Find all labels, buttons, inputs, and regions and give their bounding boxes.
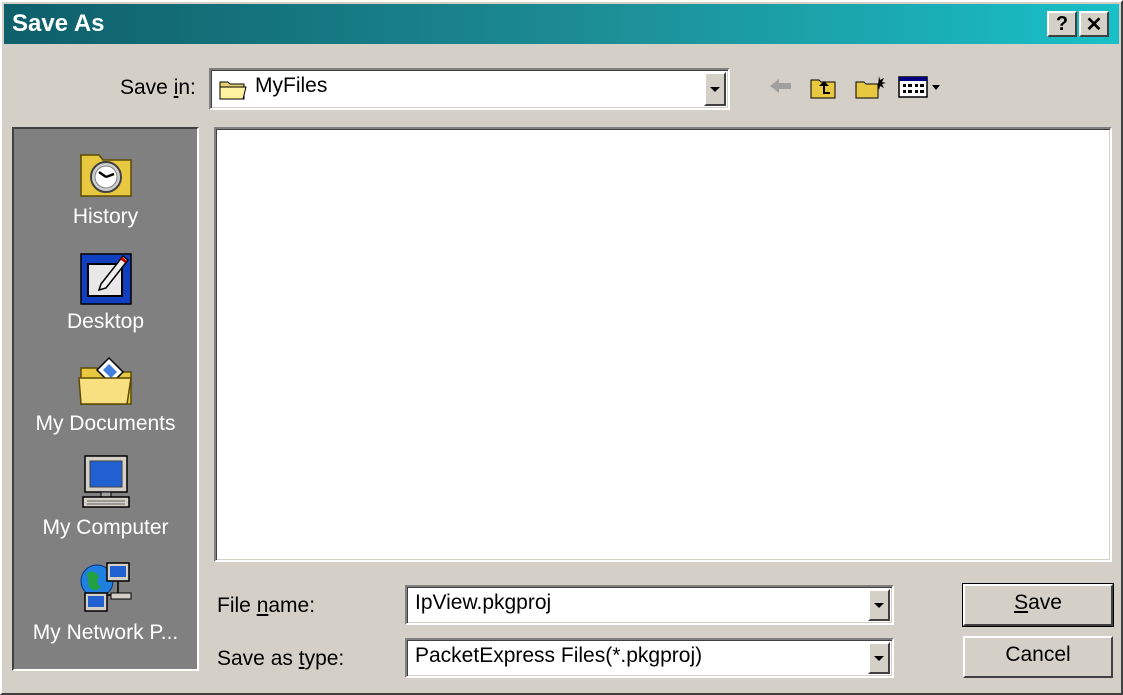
places-label: My Documents: [35, 412, 176, 435]
file-name-label: File name:: [217, 594, 316, 617]
help-icon: ?: [1055, 12, 1069, 35]
my-network-places-icon: [75, 557, 137, 619]
save-as-type-label: Save as type:: [217, 647, 345, 670]
file-name-combo[interactable]: IpView.pkgproj: [405, 585, 894, 625]
places-my-computer[interactable]: My Computer: [14, 452, 197, 540]
places-desktop[interactable]: Desktop: [14, 246, 197, 334]
save-in-label: Save in:: [120, 76, 196, 99]
places-my-documents[interactable]: My Documents: [14, 348, 197, 436]
places-bar: History Desktop My Documents My Computer…: [12, 127, 199, 671]
save-in-combo[interactable]: MyFiles: [209, 68, 730, 110]
file-name-input[interactable]: IpView.pkgproj: [415, 591, 551, 615]
places-label: My Computer: [42, 516, 169, 539]
save-button[interactable]: Save: [962, 583, 1114, 627]
help-button[interactable]: ?: [1047, 11, 1077, 37]
back-arrow-icon[interactable]: [767, 74, 795, 103]
places-history[interactable]: History: [14, 141, 197, 229]
cancel-button[interactable]: Cancel: [963, 636, 1113, 678]
places-label: History: [72, 205, 139, 228]
title-bar[interactable]: Save As ? ✕: [4, 4, 1119, 44]
views-menu-icon[interactable]: [898, 74, 944, 105]
folder-icon: [219, 78, 247, 105]
my-computer-icon: [75, 452, 137, 514]
save-in-dropdown-button[interactable]: [704, 72, 726, 106]
file-list-view[interactable]: [214, 127, 1112, 562]
save-in-value: MyFiles: [255, 74, 328, 97]
up-one-level-icon[interactable]: [810, 74, 838, 105]
save-as-type-value: PacketExpress Files(*.pkgproj): [415, 644, 703, 667]
close-icon: ✕: [1085, 13, 1103, 36]
file-name-dropdown-button[interactable]: [868, 589, 890, 621]
places-my-network[interactable]: My Network P...: [14, 557, 197, 645]
new-folder-icon[interactable]: [855, 74, 887, 105]
my-documents-icon: [75, 348, 137, 410]
desktop-icon: [75, 246, 137, 308]
history-icon: [75, 141, 137, 203]
close-button[interactable]: ✕: [1079, 11, 1109, 37]
save-as-type-combo[interactable]: PacketExpress Files(*.pkgproj): [405, 638, 894, 678]
places-label: My Network P...: [32, 621, 179, 644]
save-as-type-dropdown-button[interactable]: [868, 642, 890, 674]
places-label: Desktop: [66, 310, 145, 333]
dialog-title: Save As: [12, 10, 105, 37]
save-as-dialog: Save As ? ✕ Save in: MyFiles History Des…: [0, 0, 1123, 695]
